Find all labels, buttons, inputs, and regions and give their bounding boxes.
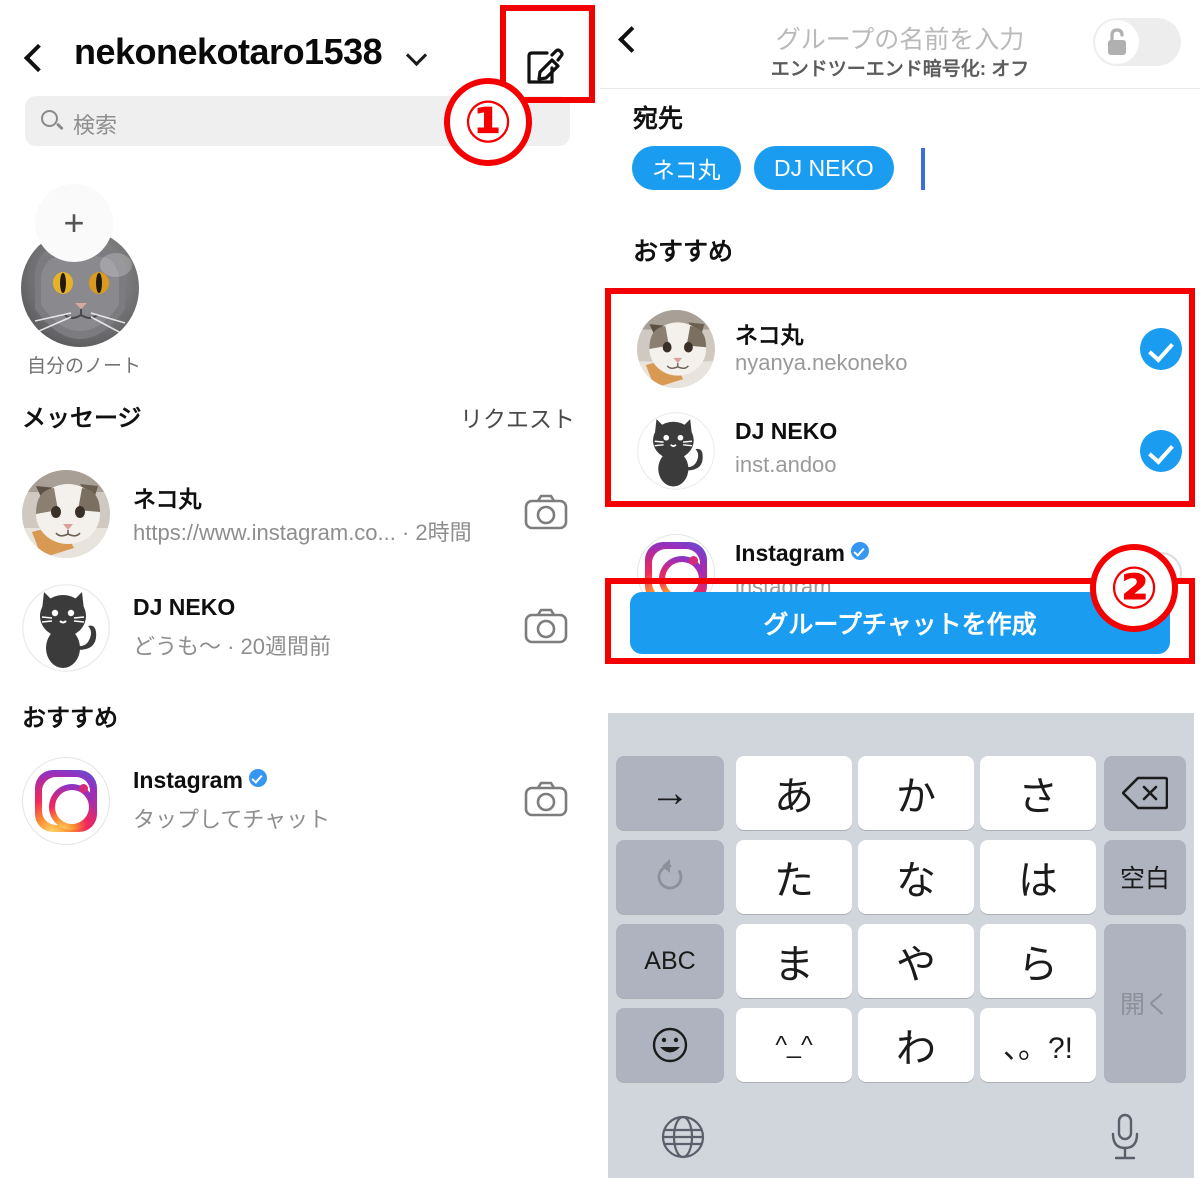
ta-kana-key[interactable]: た — [736, 840, 852, 914]
search-icon — [41, 110, 58, 127]
left-phone-screen: nekonekotaro1538 検索 + 自分のノート メッセージ リクエスト… — [0, 0, 600, 1178]
suggested-title: おすすめ — [633, 238, 734, 266]
name-text: Instagram — [133, 767, 243, 793]
requests-link[interactable]: リクエスト — [460, 400, 575, 434]
conversation-name: DJ NEKO — [133, 594, 236, 620]
avatar — [22, 584, 110, 672]
encryption-toggle[interactable] — [1093, 18, 1181, 66]
conversation-row-djneko[interactable]: DJ NEKO どうも〜 · 20週間前 — [0, 572, 600, 682]
space-key[interactable]: 空白 — [1104, 840, 1186, 914]
own-note-label: 自分のノート — [26, 356, 141, 377]
right-header: グループの名前を入力 エンドツーエンド暗号化: オフ — [600, 0, 1200, 90]
annotation-step-2: ② — [1090, 544, 1178, 632]
camera-icon[interactable] — [524, 494, 568, 530]
a-kana-key[interactable]: あ — [736, 756, 852, 830]
japanese-kana-keyboard: → あ か さ た な は 空白 ABC ま や ら 開く ^_^ わ 、。?! — [608, 713, 1194, 1178]
text-caret — [921, 148, 925, 190]
name-text: Instagram — [735, 540, 845, 566]
globe-icon[interactable] — [660, 1114, 706, 1160]
verified-badge-icon — [850, 542, 869, 560]
verified-badge-icon — [248, 769, 267, 787]
instagram-logo-dot — [79, 784, 88, 793]
conversation-row-nekomaru[interactable]: ネコ丸 https://www.instagram.co... · 2時間 — [0, 458, 600, 568]
suggested-row-instagram[interactable]: Instagram タップしてチャット — [0, 745, 600, 855]
suggested-section-title: おすすめ — [22, 705, 118, 732]
backspace-key[interactable] — [1104, 756, 1186, 830]
ya-kana-key[interactable]: や — [858, 924, 974, 998]
instagram-logo-dot — [689, 556, 698, 565]
plus-icon: + — [63, 202, 85, 243]
ra-kana-key[interactable]: ら — [980, 924, 1096, 998]
undo-key[interactable] — [616, 840, 724, 914]
suggested-user-name: Instagram — [735, 540, 869, 567]
camera-icon[interactable] — [524, 608, 568, 644]
cursor-right-key[interactable]: → — [616, 756, 724, 830]
header-divider — [600, 88, 1200, 89]
back-chevron-icon[interactable] — [23, 43, 53, 73]
conversation-name: ネコ丸 — [133, 486, 202, 512]
recipient-chip-1[interactable]: ネコ丸 — [632, 146, 741, 190]
screenshot-root: nekonekotaro1538 検索 + 自分のノート メッセージ リクエスト… — [0, 0, 1200, 1178]
suggested-preview: タップしてチャット — [133, 807, 331, 832]
annotation-box-2 — [605, 288, 1195, 507]
wa-kana-key[interactable]: わ — [858, 1008, 974, 1082]
chevron-down-icon[interactable] — [405, 44, 428, 67]
kaomoji-key[interactable]: ^_^ — [736, 1008, 852, 1082]
account-username[interactable]: nekonekotaro1538 — [74, 31, 383, 73]
instagram-logo — [35, 770, 97, 832]
suggested-name: Instagram — [133, 767, 267, 794]
conversation-preview: どうも〜 · 20週間前 — [133, 634, 332, 659]
ha-kana-key[interactable]: は — [980, 840, 1096, 914]
keyboard-bottom-bar — [608, 1102, 1194, 1178]
na-kana-key[interactable]: な — [858, 840, 974, 914]
abc-key[interactable]: ABC — [616, 924, 724, 998]
conversation-preview: https://www.instagram.co... · 2時間 — [133, 520, 472, 545]
punctuation-key[interactable]: 、。?! — [980, 1008, 1096, 1082]
search-placeholder: 検索 — [73, 113, 118, 138]
avatar — [22, 470, 110, 558]
ka-kana-key[interactable]: か — [858, 756, 974, 830]
to-label: 宛先 — [633, 105, 684, 133]
annotation-step-1: ① — [444, 78, 532, 166]
add-note-button[interactable]: + — [35, 184, 113, 262]
messages-section-title: メッセージ — [22, 405, 142, 432]
sa-kana-key[interactable]: さ — [980, 756, 1096, 830]
unlocked-padlock-icon — [1108, 28, 1126, 55]
camera-icon[interactable] — [524, 781, 568, 817]
open-key[interactable]: 開く — [1104, 924, 1186, 1082]
microphone-icon[interactable] — [1108, 1112, 1142, 1162]
recipient-chip-2[interactable]: DJ NEKO — [754, 146, 894, 190]
toggle-knob — [1095, 20, 1139, 64]
emoji-key[interactable] — [616, 1008, 724, 1082]
ma-kana-key[interactable]: ま — [736, 924, 852, 998]
